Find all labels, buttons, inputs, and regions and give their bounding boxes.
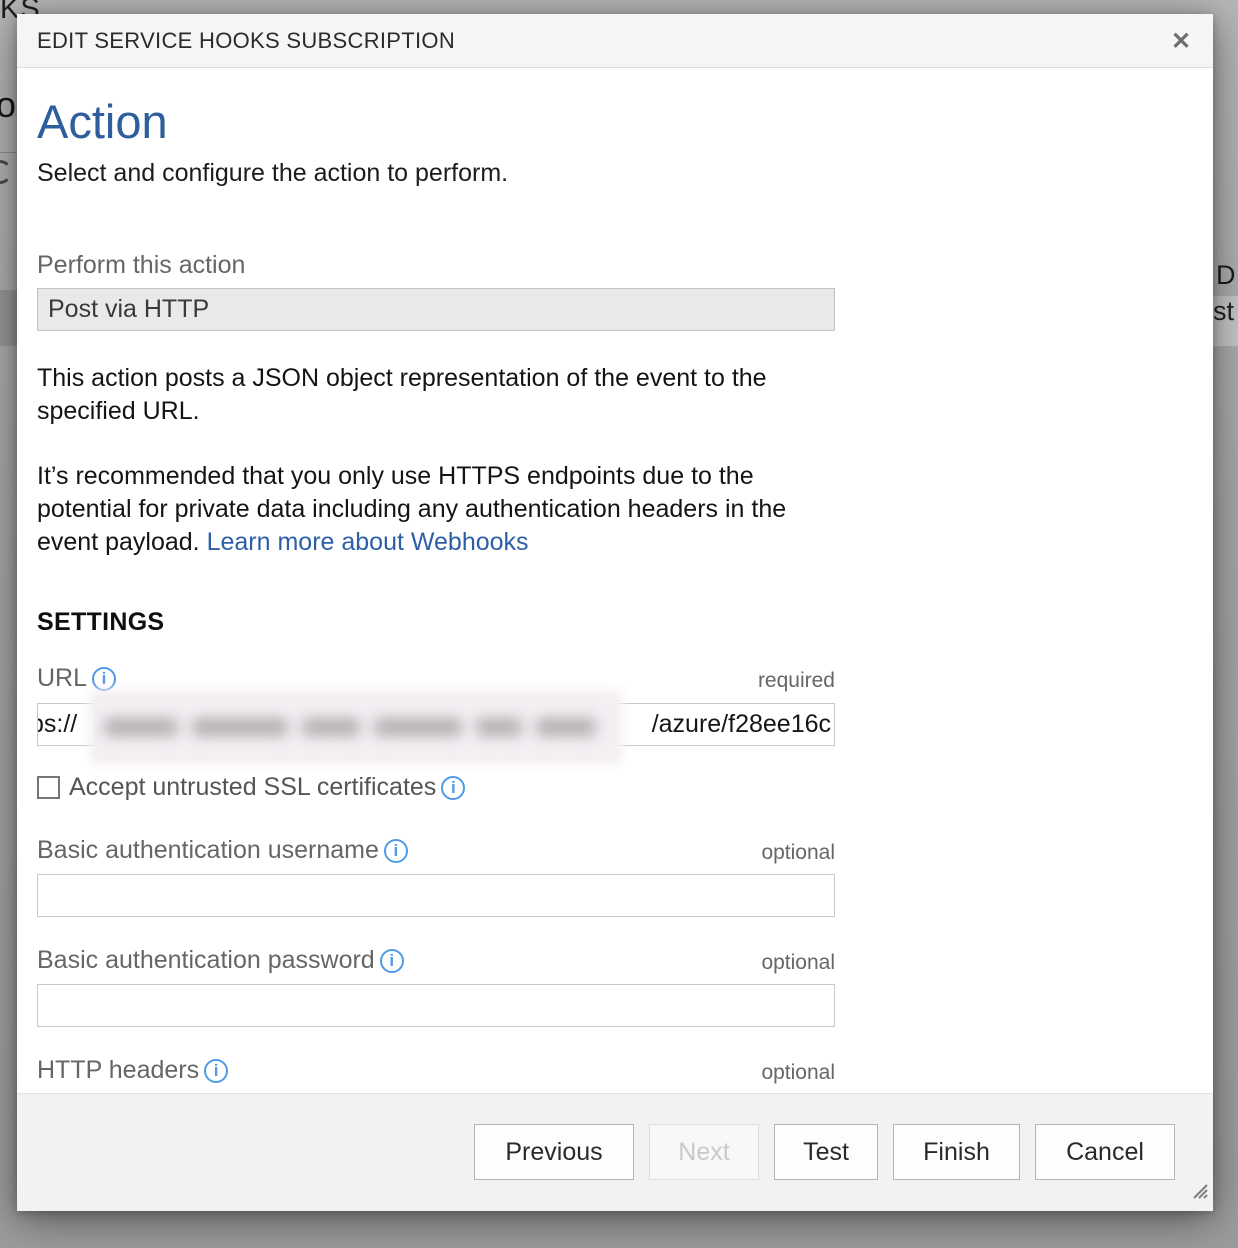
- dialog-header: EDIT SERVICE HOOKS SUBSCRIPTION ✕: [17, 14, 1213, 68]
- settings-heading: SETTINGS: [37, 608, 1193, 637]
- http-headers-label: HTTP headers: [37, 1056, 199, 1085]
- ssl-checkbox-row: Accept untrusted SSL certificates i: [37, 773, 1193, 802]
- info-icon[interactable]: i: [441, 776, 465, 800]
- password-label-row: Basic authentication password i optional: [37, 946, 835, 975]
- optional-badge: optional: [761, 1061, 835, 1085]
- next-button: Next: [649, 1124, 759, 1180]
- cancel-button[interactable]: Cancel: [1035, 1124, 1175, 1180]
- http-headers-label-row: HTTP headers i optional: [37, 1056, 835, 1085]
- optional-badge: optional: [761, 841, 835, 865]
- username-label: Basic authentication username: [37, 836, 379, 865]
- url-label-row: URL i required: [37, 664, 835, 693]
- resize-handle[interactable]: [1188, 1179, 1208, 1204]
- background-row-highlight: [0, 290, 17, 346]
- ssl-checkbox-label: Accept untrusted SSL certificates: [69, 773, 436, 802]
- url-label: URL: [37, 664, 87, 693]
- background-divider: [0, 152, 17, 153]
- required-badge: required: [758, 669, 835, 693]
- previous-button[interactable]: Previous: [474, 1124, 634, 1180]
- background-text-fragment: D: [1216, 260, 1236, 291]
- https-recommendation: It’s recommended that you only use HTTPS…: [37, 460, 837, 559]
- action-description: This action posts a JSON object represen…: [37, 362, 837, 428]
- background-row-highlight: st: [1213, 296, 1238, 346]
- url-value-suffix: /azure/f28ee16c: [650, 704, 831, 745]
- finish-button[interactable]: Finish: [893, 1124, 1020, 1180]
- dialog-body: Action Select and configure the action t…: [17, 94, 1213, 1085]
- info-icon[interactable]: i: [92, 667, 116, 691]
- redaction-blur-overlay: [94, 694, 618, 760]
- background-text-fragment: o: [0, 84, 16, 126]
- dialog-title: EDIT SERVICE HOOKS SUBSCRIPTION: [37, 28, 455, 54]
- info-icon[interactable]: i: [204, 1059, 228, 1083]
- test-button[interactable]: Test: [774, 1124, 878, 1180]
- close-icon[interactable]: ✕: [1165, 14, 1197, 68]
- username-label-row: Basic authentication username i optional: [37, 836, 835, 865]
- page-subtitle: Select and configure the action to perfo…: [37, 159, 1193, 188]
- optional-badge: optional: [761, 951, 835, 975]
- perform-action-label: Perform this action: [37, 251, 1193, 280]
- perform-action-text: Post via HTTP: [48, 295, 209, 324]
- password-label: Basic authentication password: [37, 946, 375, 975]
- info-icon[interactable]: i: [380, 949, 404, 973]
- username-input[interactable]: [37, 874, 835, 917]
- edit-service-hooks-subscription-dialog: EDIT SERVICE HOOKS SUBSCRIPTION ✕ Action…: [17, 14, 1213, 1211]
- refresh-icon: [0, 160, 12, 184]
- background-text-fragment: st: [1213, 296, 1234, 326]
- ssl-checkbox[interactable]: [37, 776, 60, 799]
- page-title: Action: [37, 94, 1193, 150]
- password-input[interactable]: [37, 984, 835, 1027]
- info-icon[interactable]: i: [384, 839, 408, 863]
- url-value-prefix: ps://: [37, 710, 77, 739]
- perform-action-value: Post via HTTP: [37, 288, 835, 331]
- dialog-footer: Previous Next Test Finish Cancel: [17, 1093, 1213, 1211]
- learn-more-webhooks-link[interactable]: Learn more about Webhooks: [207, 528, 529, 556]
- url-field-wrap: ps:// /azure/f28ee16c: [37, 703, 835, 746]
